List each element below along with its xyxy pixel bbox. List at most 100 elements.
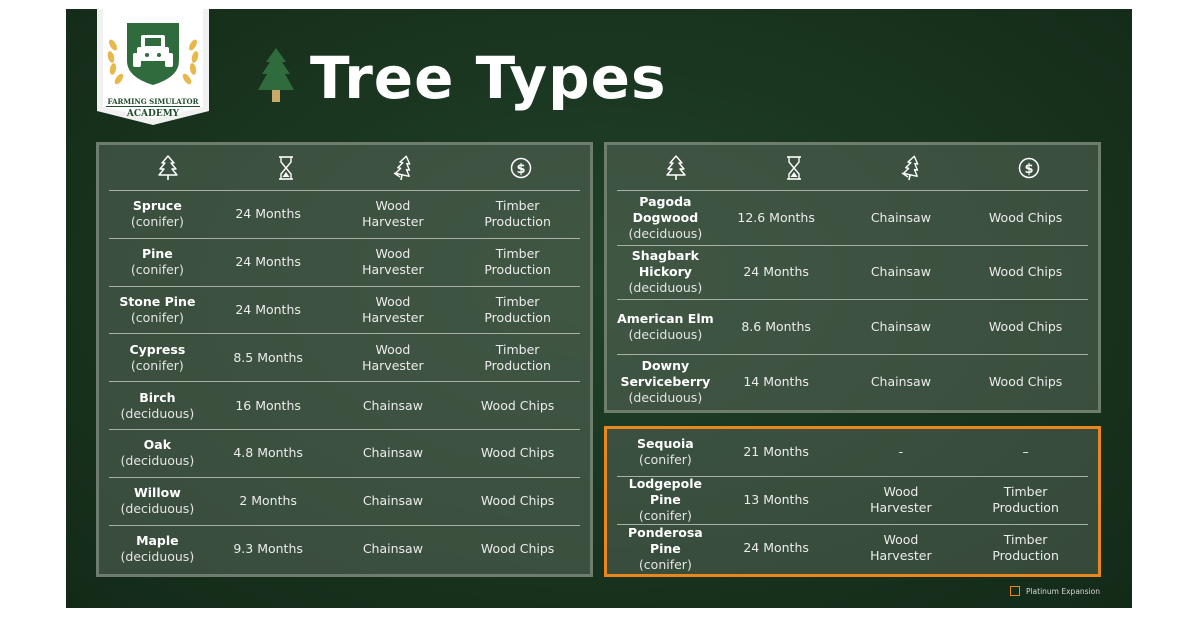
tree-type: (conifer) [130,309,184,325]
use-cell: Wood Chips [480,541,555,557]
tree-type: (deciduous) [120,501,195,517]
dollar-coin-icon: $ [510,157,532,178]
table-row: Ponderosa Pine (conifer) 24 Months Wood Har… [617,525,1088,573]
legend: Platinum Expansion [1009,586,1100,596]
use-cell: Wood Chips [988,209,1063,225]
use-cell: Timber Production [992,484,1059,516]
use-cell: Wood Chips [480,397,555,413]
tree-cell: Birch (deciduous) [109,382,206,429]
use-cell: Wood Chips [480,445,555,461]
use-cell: Wood Chips [988,264,1063,280]
tool-cell: Chainsaw [362,445,423,461]
tree-type: (deciduous) [628,326,703,342]
tree-types-board: FARMING SIMULATOR ACADEMY Tree Types $ S… [66,9,1132,608]
tree-type: (conifer) [638,452,692,468]
tool-cell: Chainsaw [362,397,423,413]
tree-cell: Oak (deciduous) [109,430,206,477]
tree-cell: Spruce (conifer) [109,191,206,238]
tree-name: Oak [143,437,172,453]
right-rows: Pagoda Dogwood (deciduous) 12.6 Months Chai… [617,191,1088,409]
dollar-coin-icon: $ [1018,157,1040,178]
tree-name: Ponderosa Pine [628,524,703,556]
expansion-rows: Sequoia (conifer) 21 Months - – Lodgepole Pin… [617,429,1088,572]
use-cell: Wood Chips [988,373,1063,389]
tree-icon [158,154,178,180]
tree-cell: Stone Pine (conifer) [109,287,206,334]
svg-text:$: $ [1025,162,1034,177]
table-row: American Elm (deciduous) 8.6 Months Chainsa… [617,300,1088,355]
table-row: Lodgepole Pine (conifer) 13 Months Wood Har… [617,476,1088,525]
table-row: Willow (deciduous) 2 Months Chainsaw Wood Ch… [109,478,580,526]
tool-cell: Wood Harvester [362,198,424,230]
tree-type: (conifer) [130,357,184,373]
tree-cell: Ponderosa Pine (conifer) [617,525,714,573]
table-row: Oak (deciduous) 4.8 Months Chainsaw Wood Chi… [109,430,580,478]
tree-type: (deciduous) [120,453,195,469]
growth-time-cell: 16 Months [235,397,301,413]
growth-time-cell: 21 Months [743,444,809,460]
pine-tree-icon [258,48,294,102]
tree-type: (deciduous) [120,405,195,421]
page-title: Tree Types [310,44,667,112]
tree-name: Shagbark Hickory [631,248,699,280]
tool-cell: Wood Harvester [870,532,932,564]
tree-cell: Cypress (conifer) [109,334,206,381]
use-cell: Wood Chips [480,493,555,509]
academy-logo: FARMING SIMULATOR ACADEMY [97,9,209,125]
table-row: Birch (deciduous) 16 Months Chainsaw Wood Ch… [109,382,580,430]
table-row: Sequoia (conifer) 21 Months - – [617,429,1088,477]
tree-name: Sequoia [637,436,694,452]
tree-type: (conifer) [638,556,692,572]
tree-name: Stone Pine [119,293,196,309]
growth-time-cell: 13 Months [743,492,809,508]
tree-name: Pine [141,246,173,262]
tool-cell: Chainsaw [870,209,931,225]
use-cell: Wood Chips [988,318,1063,334]
tree-name: Downy Serviceberry [620,357,711,389]
tree-name: American Elm [617,310,714,326]
expansion-table-panel: Sequoia (conifer) 21 Months - – Lodgepole Pin… [604,426,1101,577]
tool-cell: Chainsaw [870,373,931,389]
growth-time-cell: 24 Months [235,206,301,222]
tool-cell: Wood Harvester [362,293,424,325]
header-tool [345,145,463,190]
felled-tree-icon [901,155,919,180]
growth-time-cell: 24 Months [235,301,301,317]
tool-cell: Chainsaw [870,264,931,280]
header-growth [735,145,853,190]
tree-cell: Shagbark Hickory (deciduous) [617,246,714,300]
growth-time-cell: 2 Months [239,493,297,509]
brand-line-1: FARMING SIMULATOR [105,97,201,107]
table-row: Pagoda Dogwood (deciduous) 12.6 Months Chai… [617,191,1088,246]
tree-type: (conifer) [638,508,692,524]
tree-cell: Willow (deciduous) [109,478,206,525]
growth-time-cell: 8.5 Months [233,349,303,365]
brand-line-2: ACADEMY [126,109,180,119]
use-cell: Timber Production [484,293,551,325]
tool-cell: Chainsaw [870,318,931,334]
left-rows: Spruce (conifer) 24 Months Wood Harvester Ti… [109,191,580,573]
use-cell: Timber Production [992,532,1059,564]
table-row: Spruce (conifer) 24 Months Wood Harvester Ti… [109,191,580,239]
growth-time-cell: 24 Months [743,264,809,280]
legend-swatch [1009,586,1020,596]
hourglass-icon [786,155,801,180]
tree-type: (conifer) [130,262,184,278]
header-growth [227,145,345,190]
header-tree [617,145,735,190]
header-use: $ [462,145,580,190]
tool-cell: Wood Harvester [870,484,932,516]
table-row: Shagbark Hickory (deciduous) 24 Months Chai… [617,246,1088,300]
growth-time-cell: 24 Months [743,540,809,556]
legend-label: Platinum Expansion [1025,586,1100,596]
tool-cell: Chainsaw [362,541,423,557]
tree-name: Lodgepole Pine [628,476,702,508]
tree-cell: Sequoia (conifer) [617,429,714,476]
table-row: Stone Pine (conifer) 24 Months Wood Harvest… [109,287,580,335]
table-header: $ [109,145,580,191]
growth-time-cell: 24 Months [235,254,301,270]
tool-cell: - [898,444,904,460]
tree-cell: Downy Serviceberry (deciduous) [617,355,714,410]
tree-cell: Maple (deciduous) [109,526,206,574]
tree-name: Birch [139,389,176,405]
